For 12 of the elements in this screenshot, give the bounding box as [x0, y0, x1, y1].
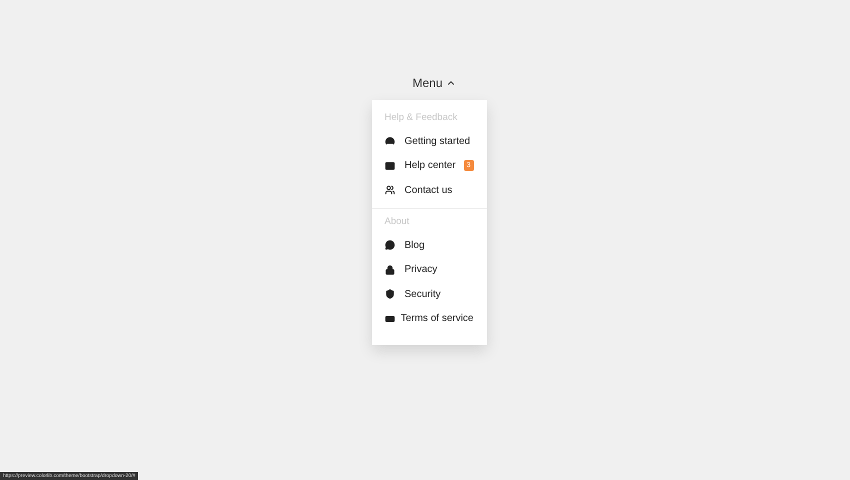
rectangle-icon [384, 314, 394, 324]
menu-item[interactable]: Privacy [372, 257, 486, 282]
speech-bubble-icon [384, 240, 394, 250]
shield-icon [384, 289, 394, 300]
menu-item[interactable]: Getting started [372, 129, 486, 154]
menu-item[interactable]: Security [372, 282, 486, 307]
menu-item[interactable]: Terms of service [372, 306, 486, 332]
menu-button[interactable]: Menu [408, 74, 460, 92]
users-icon [384, 185, 394, 196]
menu-item[interactable]: Contact us [372, 178, 486, 203]
lock-icon [384, 264, 394, 275]
menu-item[interactable]: Blog [372, 232, 486, 258]
